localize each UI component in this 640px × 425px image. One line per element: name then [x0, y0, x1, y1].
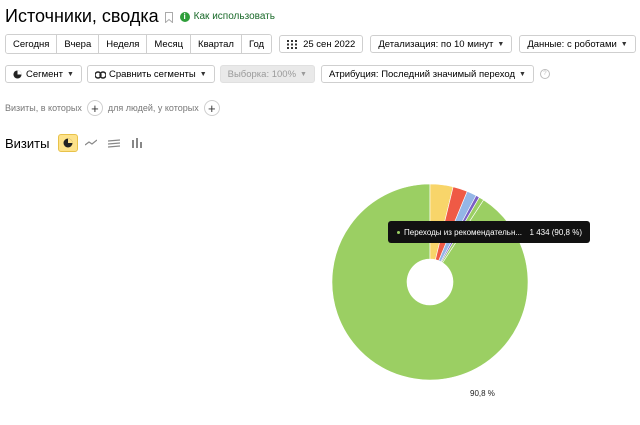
period-quarter-button[interactable]: Квартал	[191, 35, 242, 53]
pie-icon	[13, 69, 22, 79]
pie-slice-0[interactable]	[331, 183, 529, 381]
tooltip-value: 1 434 (90,8 %)	[529, 227, 582, 237]
compare-icon	[94, 70, 106, 79]
chevron-down-icon: ▼	[519, 70, 526, 78]
compare-segments-dropdown[interactable]: Сравнить сегменты ▼	[86, 65, 215, 83]
date-picker-button[interactable]: 25 сен 2022	[279, 35, 364, 53]
people-filter-label: для людей, у которых	[107, 103, 199, 113]
bar-chart-icon	[132, 138, 143, 148]
bookmark-icon[interactable]	[164, 12, 173, 23]
stacked-area-view-icon[interactable]	[104, 134, 124, 152]
help-link[interactable]: i Как использовать	[179, 11, 275, 22]
pie-data-label: 90,8 %	[470, 389, 495, 398]
add-visits-filter-button[interactable]: +	[86, 100, 103, 116]
visits-filter-label: Визиты, в которых	[5, 103, 82, 113]
line-view-icon[interactable]	[81, 134, 101, 152]
help-link-label: Как использовать	[193, 11, 275, 22]
pie-chart-icon	[63, 138, 73, 148]
info-icon[interactable]: ?	[539, 69, 550, 79]
tooltip-color-dot	[397, 230, 400, 234]
pie-chart	[331, 183, 529, 381]
chart-title: Визиты	[5, 135, 50, 151]
bar-view-icon[interactable]	[127, 134, 147, 152]
segment-label: Сегмент	[26, 68, 64, 80]
stacked-area-icon	[108, 138, 121, 148]
sample-label: Выборка: 100%	[227, 68, 297, 80]
period-week-button[interactable]: Неделя	[99, 35, 148, 53]
date-label: 25 сен 2022	[303, 38, 356, 50]
period-toolbar: Сегодня Вчера Неделя Месяц Квартал Год 2…	[5, 34, 640, 54]
chevron-down-icon: ▼	[620, 40, 628, 48]
chevron-down-icon: ▼	[497, 40, 505, 48]
period-year-button[interactable]: Год	[241, 35, 272, 53]
tooltip-label: Переходы из рекомендательн...	[404, 227, 523, 237]
period-yesterday-button[interactable]: Вчера	[57, 35, 100, 53]
chevron-down-icon: ▼	[199, 70, 207, 78]
chevron-down-icon: ▼	[300, 70, 307, 78]
detail-label: Детализация: по 10 минут	[378, 38, 494, 50]
segment-toolbar: Сегмент ▼ Сравнить сегменты ▼ Выборка: 1…	[5, 65, 550, 83]
attribution-dropdown[interactable]: Атрибуция: Последний значимый переход ▼	[320, 65, 534, 83]
filter-row: Визиты, в которых + для людей, у которых…	[5, 100, 225, 116]
info-circle-icon: i	[179, 11, 190, 22]
period-buttons: Сегодня Вчера Неделя Месяц Квартал Год	[5, 34, 273, 54]
chart-tooltip: Переходы из рекомендательн... 1 434 (90,…	[388, 221, 590, 243]
add-people-filter-button[interactable]: +	[203, 100, 220, 116]
detail-dropdown[interactable]: Детализация: по 10 минут ▼	[370, 35, 513, 53]
period-today-button[interactable]: Сегодня	[6, 35, 58, 53]
line-chart-icon	[85, 139, 98, 146]
sample-dropdown[interactable]: Выборка: 100% ▼	[219, 65, 315, 83]
segment-dropdown[interactable]: Сегмент ▼	[5, 65, 82, 83]
chart-header: Визиты	[5, 134, 147, 152]
chevron-down-icon: ▼	[67, 70, 74, 78]
calendar-icon	[287, 39, 298, 49]
title-row: Источники, сводка i Как использовать	[5, 6, 275, 27]
data-label: Данные: с роботами	[527, 38, 617, 50]
page-title: Источники, сводка	[5, 6, 159, 26]
data-dropdown[interactable]: Данные: с роботами ▼	[519, 35, 636, 53]
attribution-label: Атрибуция: Последний значимый переход	[328, 68, 515, 80]
period-month-button[interactable]: Месяц	[147, 35, 192, 53]
compare-label: Сравнить сегменты	[108, 68, 196, 80]
pie-view-icon[interactable]	[58, 134, 79, 152]
